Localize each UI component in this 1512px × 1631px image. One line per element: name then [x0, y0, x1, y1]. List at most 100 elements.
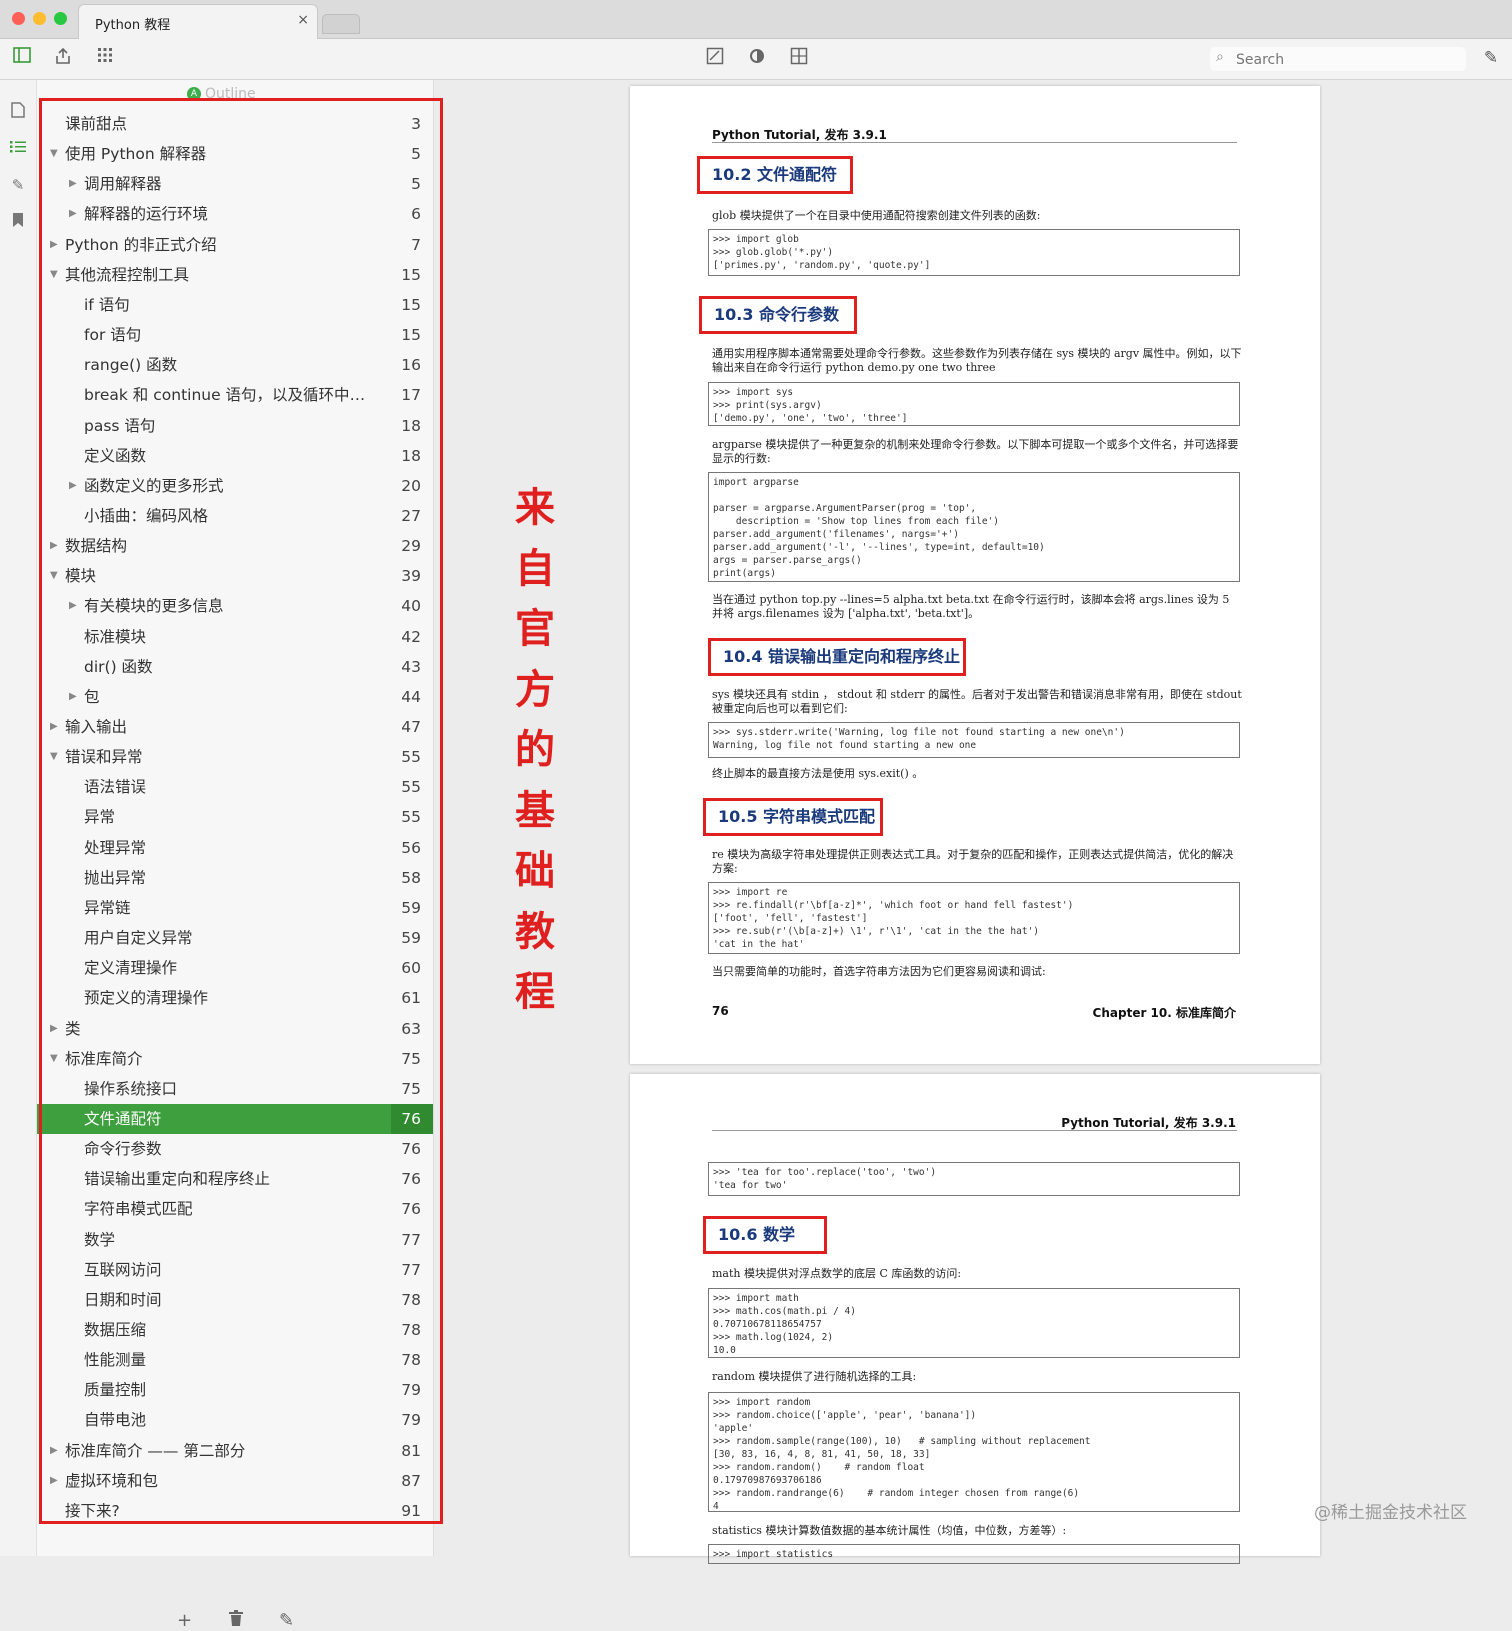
close-window-button[interactable]: [12, 12, 25, 25]
search-box[interactable]: ⌕: [1210, 47, 1466, 71]
add-icon[interactable]: +: [177, 1610, 192, 1631]
s106-paragraph: math 模块提供对浮点数学的底层 C 库函数的访问:: [712, 1267, 962, 1280]
section-10-2-heading[interactable]: 10.2 文件通配符: [697, 156, 853, 194]
layout-icon[interactable]: [788, 47, 810, 69]
outline-item[interactable]: if 语句 15: [37, 290, 433, 320]
outline-item[interactable]: 接下来? 91: [37, 1496, 433, 1526]
outline-item[interactable]: ▶ Python 的非正式介绍 7: [37, 230, 433, 260]
outline-item[interactable]: 互联网访问 77: [37, 1255, 433, 1285]
outline-item[interactable]: 质量控制 79: [37, 1375, 433, 1405]
outline-item[interactable]: break 和 continue 语句，以及循环中的 el... 17: [37, 380, 433, 410]
expand-down-icon[interactable]: ▼: [50, 139, 58, 169]
edit-image-icon[interactable]: [704, 47, 726, 69]
outline-item[interactable]: 日期和时间 78: [37, 1285, 433, 1315]
outline-item[interactable]: 异常链 59: [37, 893, 433, 923]
outline-item[interactable]: 自带电池 79: [37, 1405, 433, 1435]
outline-item[interactable]: ▶ 函数定义的更多形式 20: [37, 471, 433, 501]
outline-item[interactable]: ▼ 标准库简介 75: [37, 1044, 433, 1074]
outline-item[interactable]: ▼ 其他流程控制工具 15: [37, 260, 433, 290]
search-input[interactable]: [1234, 49, 1458, 71]
theme-icon[interactable]: [746, 47, 768, 69]
outline-item[interactable]: ▶ 数据结构 29: [37, 531, 433, 561]
outline-item-page: 76: [401, 1200, 421, 1219]
outline-item[interactable]: for 语句 15: [37, 320, 433, 350]
outline-item[interactable]: ▶ 有关模块的更多信息 40: [37, 591, 433, 621]
outline-item[interactable]: 数学 77: [37, 1225, 433, 1255]
outline-item[interactable]: ▶ 调用解释器 5: [37, 169, 433, 199]
outline-title: Outline: [205, 86, 256, 102]
outline-item[interactable]: 抛出异常 58: [37, 863, 433, 893]
s105-code: >>> import re >>> re.findall(r'\bf[a-z]*…: [708, 882, 1240, 954]
new-tab-button[interactable]: [322, 14, 360, 34]
share-icon[interactable]: [52, 47, 74, 69]
expand-right-icon[interactable]: ▶: [69, 169, 77, 199]
section-10-3-heading[interactable]: 10.3 命令行参数: [699, 296, 857, 334]
expand-down-icon[interactable]: ▼: [50, 742, 58, 772]
expand-right-icon[interactable]: ▶: [50, 712, 58, 742]
expand-right-icon[interactable]: ▶: [69, 682, 77, 712]
pen-icon[interactable]: ✎: [1480, 47, 1502, 69]
outline-item[interactable]: ▼ 使用 Python 解释器 5: [37, 139, 433, 169]
expand-right-icon[interactable]: ▶: [50, 1466, 58, 1496]
expand-right-icon[interactable]: ▶: [50, 1014, 58, 1044]
section-10-5-heading[interactable]: 10.5 字符串模式匹配: [703, 798, 883, 836]
annotation-char: 自: [515, 545, 555, 592]
outline-item[interactable]: 用户自定义异常 59: [37, 923, 433, 953]
outline-item[interactable]: 错误输出重定向和程序终止 76: [37, 1164, 433, 1194]
outline-item[interactable]: 命令行参数 76: [37, 1134, 433, 1164]
minimize-window-button[interactable]: [33, 12, 46, 25]
expand-down-icon[interactable]: ▼: [50, 561, 58, 591]
grid-icon[interactable]: [94, 47, 116, 69]
outline-item[interactable]: pass 语句 18: [37, 411, 433, 441]
outline-item[interactable]: ▶ 输入输出 47: [37, 712, 433, 742]
outline-item[interactable]: 预定义的清理操作 61: [37, 983, 433, 1013]
outline-item[interactable]: 处理异常 56: [37, 833, 433, 863]
annotations-icon[interactable]: ✎: [8, 176, 28, 196]
expand-right-icon[interactable]: ▶: [69, 591, 77, 621]
outline-item-page: 78: [401, 1290, 421, 1309]
page-thumbnails-icon[interactable]: [8, 102, 28, 122]
section-10-4-heading[interactable]: 10.4 错误输出重定向和程序终止: [708, 638, 966, 676]
outline-item[interactable]: 异常 55: [37, 802, 433, 832]
outline-item[interactable]: ▶ 标准库简介 —— 第二部分 81: [37, 1436, 433, 1466]
outline-item[interactable]: 操作系统接口 75: [37, 1074, 433, 1104]
expand-down-icon[interactable]: ▼: [50, 1044, 58, 1074]
outline-item[interactable]: dir() 函数 43: [37, 652, 433, 682]
outline-item[interactable]: 标准模块 42: [37, 622, 433, 652]
annotation-char: 官: [515, 606, 555, 652]
outline-item[interactable]: 定义函数 18: [37, 441, 433, 471]
sidebar-toggle-icon[interactable]: [11, 47, 33, 69]
outline-item[interactable]: 定义清理操作 60: [37, 953, 433, 983]
edit-icon[interactable]: ✎: [279, 1610, 294, 1631]
outline-item-page: 63: [401, 1019, 421, 1038]
outline-item[interactable]: ▶ 虚拟环境和包 87: [37, 1466, 433, 1496]
expand-down-icon[interactable]: ▼: [50, 260, 58, 290]
outline-item[interactable]: ▼ 错误和异常 55: [37, 742, 433, 772]
outline-item[interactable]: 课前甜点 3: [37, 109, 433, 139]
outline-item[interactable]: ▼ 模块 39: [37, 561, 433, 591]
outline-item[interactable]: 字符串模式匹配 76: [37, 1194, 433, 1224]
trash-icon[interactable]: [229, 1610, 243, 1631]
expand-right-icon[interactable]: ▶: [50, 531, 58, 561]
outline-item[interactable]: 数据压缩 78: [37, 1315, 433, 1345]
outline-item[interactable]: ▶ 解释器的运行环境 6: [37, 199, 433, 229]
outline-item[interactable]: ▶ 包 44: [37, 682, 433, 712]
outline-item[interactable]: range() 函数 16: [37, 350, 433, 380]
expand-right-icon[interactable]: ▶: [50, 1436, 58, 1466]
outline-list-icon[interactable]: [8, 140, 28, 160]
tab-close-icon[interactable]: ×: [297, 12, 309, 28]
bookmark-icon[interactable]: [8, 212, 28, 232]
outline-item[interactable]: 语法错误 55: [37, 772, 433, 802]
zoom-window-button[interactable]: [54, 12, 67, 25]
s103-code: >>> import sys >>> print(sys.argv) ['dem…: [708, 382, 1240, 426]
outline-badge-icon: A: [187, 87, 201, 101]
outline-item[interactable]: 小插曲：编码风格 27: [37, 501, 433, 531]
expand-right-icon[interactable]: ▶: [50, 230, 58, 260]
document-tab[interactable]: Python 教程 ×: [78, 4, 318, 39]
outline-item[interactable]: ▶ 类 63: [37, 1014, 433, 1044]
expand-right-icon[interactable]: ▶: [69, 199, 77, 229]
outline-item[interactable]: 文件通配符 76: [37, 1103, 433, 1134]
section-10-6-heading[interactable]: 10.6 数学: [703, 1216, 827, 1254]
outline-item[interactable]: 性能测量 78: [37, 1345, 433, 1375]
expand-right-icon[interactable]: ▶: [69, 471, 77, 501]
